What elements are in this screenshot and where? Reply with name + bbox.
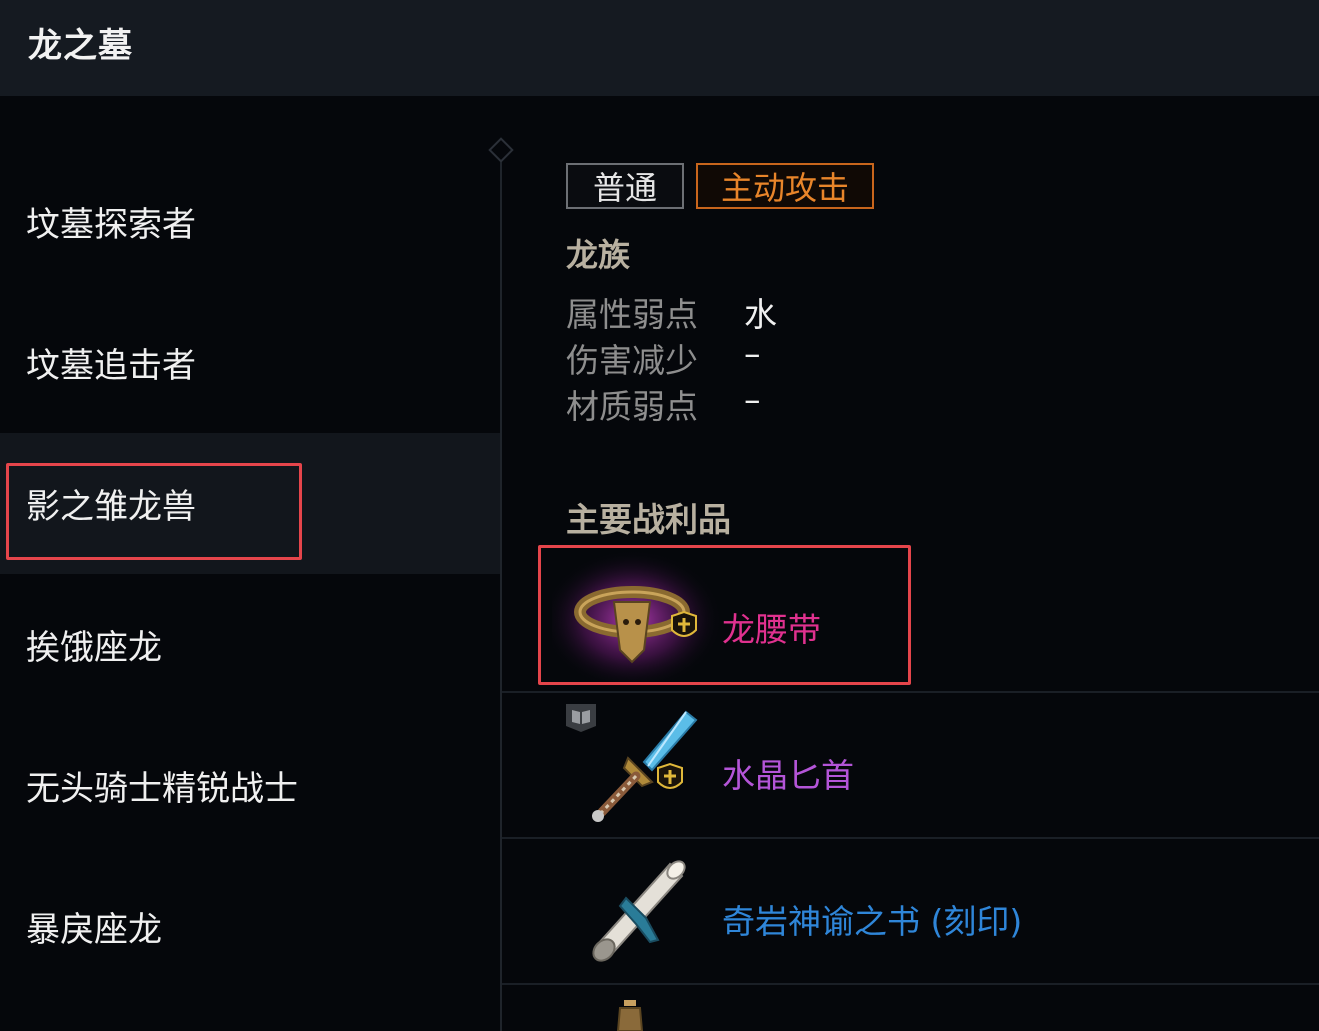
loot-highlight: [538, 545, 911, 685]
attribute-value: –: [744, 334, 761, 373]
monster-item[interactable]: 暴戾座龙: [0, 856, 500, 997]
scroll-icon: [592, 860, 686, 962]
loot-item-name: 奇岩神谕之书 (刻印): [722, 902, 1023, 941]
monster-item[interactable]: 挨饿座龙: [0, 574, 500, 715]
potion-icon: [616, 1000, 644, 1031]
attribute-key: 材质弱点: [566, 387, 698, 426]
attribute-key: 属性弱点: [566, 295, 698, 334]
monster-item-label: 挨饿座龙: [26, 628, 162, 668]
page-title: 龙之墓: [28, 26, 133, 66]
monster-item-label: 坟墓探索者: [26, 205, 196, 245]
attribute-key: 伤害减少: [566, 341, 698, 380]
monster-item-label: 无头骑士精锐战士: [26, 769, 298, 809]
tab-normal[interactable]: 普通: [566, 163, 684, 209]
loot-item-name: 水晶匕首: [722, 756, 854, 795]
selection-highlight: [6, 463, 302, 560]
monster-item[interactable]: 坟墓探索者: [0, 151, 500, 292]
monster-list: 坟墓探索者 坟墓追击者 影之雏龙兽 挨饿座龙 无头骑士精锐战士 暴戾座龙: [0, 96, 500, 1031]
monster-item[interactable]: 坟墓追击者: [0, 292, 500, 433]
tab-aggressive[interactable]: 主动攻击: [696, 163, 874, 209]
monster-item-label: 坟墓追击者: [26, 346, 196, 386]
loot-title: 主要战利品: [566, 500, 731, 539]
loot-item[interactable]: 水晶匕首: [502, 692, 1319, 839]
header-bar: 龙之墓: [0, 0, 1319, 96]
monster-item-label: 暴戾座龙: [26, 910, 162, 950]
attribute-value: 水: [744, 295, 777, 334]
loot-item[interactable]: 奇岩神谕之书 (刻印): [502, 838, 1319, 985]
crystal-dagger-icon: [592, 710, 698, 822]
attribute-value: –: [744, 380, 761, 419]
monster-item[interactable]: 无头骑士精锐战士: [0, 715, 500, 856]
race-label: 龙族: [566, 236, 631, 274]
